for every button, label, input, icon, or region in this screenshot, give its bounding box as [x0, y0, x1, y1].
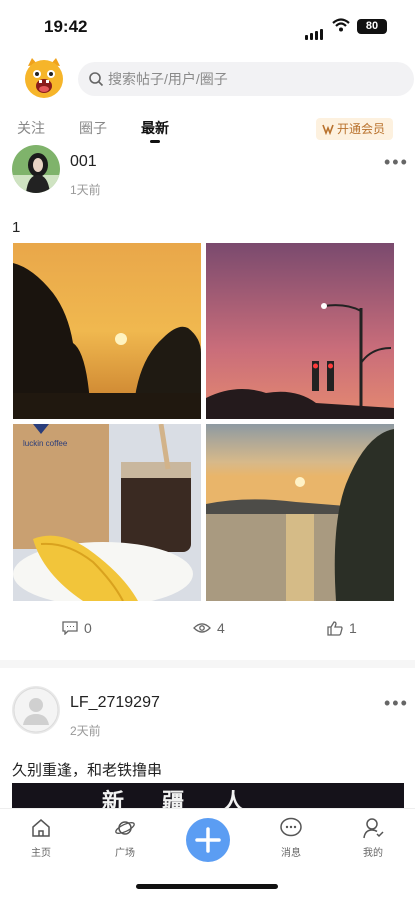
comment-button[interactable]: 0 [62, 620, 92, 636]
post-text: 1 [12, 219, 21, 236]
search-icon [88, 71, 104, 92]
comment-icon [62, 621, 78, 635]
vip-button[interactable]: 开通会员 [315, 118, 393, 140]
planet-icon [115, 821, 135, 835]
view-count: 4 [217, 620, 225, 636]
post-divider [0, 660, 415, 668]
vip-label: 开通会员 [336, 122, 385, 136]
nav-home[interactable]: 主页 [16, 817, 66, 859]
create-post-button[interactable] [186, 818, 230, 862]
post-avatar[interactable] [12, 686, 60, 734]
tab-circles[interactable]: 圈子 [79, 118, 107, 138]
nav-square[interactable]: 广场 [100, 817, 150, 859]
post-time: 1天前 [70, 183, 101, 197]
app-logo[interactable] [22, 56, 66, 100]
signal-icon [305, 22, 325, 40]
post-username[interactable]: LF_2719297 [70, 694, 160, 712]
photo-grid: luckin coffee [13, 243, 394, 601]
search-bar[interactable] [78, 62, 414, 96]
vip-icon [322, 124, 334, 135]
comment-count: 0 [84, 620, 92, 636]
eye-icon [193, 623, 211, 633]
nav-profile-label: 我的 [363, 848, 383, 859]
thumbs-up-icon [327, 620, 343, 636]
views-stat: 4 [193, 620, 225, 636]
post-image-preview[interactable]: 新 疆 人 [12, 783, 404, 809]
battery-icon: 80 [357, 19, 387, 34]
photo-watermark: luckin coffee [23, 439, 68, 448]
nav-profile[interactable]: 我的 [348, 817, 398, 859]
search-input[interactable] [108, 62, 398, 96]
photo-lake-sunset[interactable] [206, 424, 394, 601]
tab-latest[interactable]: 最新 [141, 118, 169, 143]
photo-coffee-corn[interactable]: luckin coffee [13, 424, 201, 601]
like-count: 1 [349, 620, 357, 636]
post-username[interactable]: 001 [70, 153, 97, 171]
post-text: 久别重逢，和老铁撸串 [12, 762, 163, 779]
more-options-icon[interactable]: ••• [384, 693, 409, 714]
nav-messages[interactable]: 消息 [266, 817, 316, 859]
post-stats: 0 4 1 [0, 620, 415, 640]
like-button[interactable]: 1 [327, 620, 357, 636]
wifi-icon [332, 18, 350, 37]
more-options-icon[interactable]: ••• [384, 152, 409, 173]
status-time: 19:42 [44, 17, 88, 36]
banner-text: 新 疆 人 [102, 789, 261, 809]
plus-icon [195, 827, 221, 853]
post-time: 2天前 [70, 724, 101, 738]
tab-following[interactable]: 关注 [17, 118, 45, 138]
nav-messages-label: 消息 [281, 848, 301, 859]
profile-icon [363, 818, 384, 839]
home-icon [32, 819, 50, 837]
photo-sunset-trees[interactable] [13, 243, 201, 419]
default-avatar-icon [13, 687, 59, 733]
photo-pink-sky[interactable] [206, 243, 394, 419]
nav-square-label: 广场 [115, 848, 135, 859]
status-bar: 19:42 80 [0, 0, 415, 52]
home-indicator [136, 884, 278, 889]
nav-home-label: 主页 [31, 848, 51, 859]
chat-icon [280, 817, 302, 837]
post-avatar[interactable] [12, 145, 60, 193]
